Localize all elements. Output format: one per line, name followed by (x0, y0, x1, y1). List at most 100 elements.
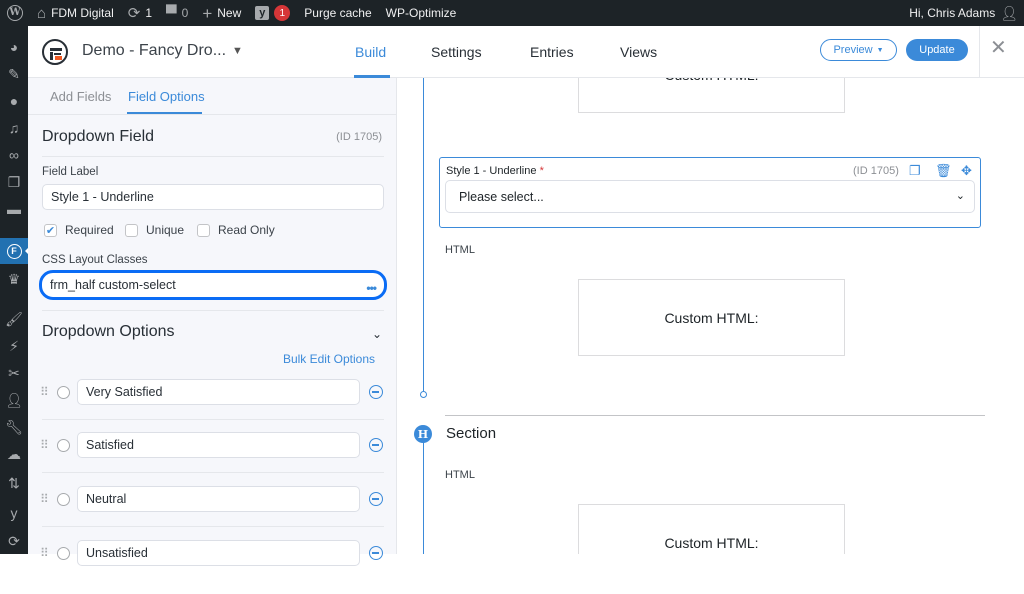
media-icon[interactable]: ● (0, 88, 28, 114)
remove-option-icon[interactable] (369, 385, 383, 399)
new-content-menu[interactable]: + New (195, 0, 248, 26)
dropdown-field-card[interactable]: Style 1 - Underline * (ID 1705) ❐ 🗑︎ ✥ P… (439, 157, 981, 228)
header-divider (979, 26, 980, 78)
updates-menu[interactable]: ⟳ 1 (121, 0, 159, 26)
html-field-text: Custom HTML: (664, 309, 759, 326)
option-row: ⠿ Neutral (28, 486, 397, 540)
close-icon[interactable]: ✕ (990, 38, 1007, 58)
html-field-label: HTML (445, 469, 475, 481)
field-label-caption: Field Label (42, 166, 99, 178)
option-row: ⠿ Very Satisfied (28, 379, 397, 433)
yoast-notification-badge: 1 (274, 5, 291, 21)
section-title[interactable]: Section (446, 425, 496, 442)
divider (42, 310, 384, 311)
tab-field-options[interactable]: Field Options (128, 89, 205, 104)
checkbox-box (125, 223, 138, 237)
trash-icon[interactable]: 🗑︎ (935, 163, 952, 179)
comments-count: 0 (181, 6, 189, 20)
required-label: Required (65, 223, 114, 237)
html-field-preview[interactable]: Custom HTML: (578, 504, 845, 554)
caret-down-icon: ▼ (876, 46, 884, 54)
links-icon[interactable]: ∞ (0, 142, 28, 168)
wp-optimize-menu[interactable]: WP-Optimize (379, 0, 464, 26)
comments-icon[interactable]: ▬ (0, 196, 28, 222)
section-divider (445, 415, 985, 416)
remove-option-icon[interactable] (369, 492, 383, 506)
more-options-icon[interactable]: ••• (366, 281, 377, 295)
checkbox-box (197, 223, 210, 237)
remove-option-icon[interactable] (369, 546, 383, 560)
users-icon[interactable]: 👤︎ (0, 387, 28, 413)
dropdown-select[interactable]: Please select... ⌄ (445, 180, 975, 213)
wp-logo-menu[interactable]: W (0, 0, 30, 26)
option-row: ⠿ Satisfied (28, 432, 397, 486)
html-field-preview[interactable]: Custom HTML: (578, 78, 845, 113)
update-button[interactable]: Update (906, 39, 968, 61)
purge-cache-button[interactable]: Purge cache (297, 0, 378, 26)
unique-checkbox[interactable]: Unique (125, 223, 184, 237)
field-label-text: Style 1 - Underline (446, 165, 537, 177)
field-label: Style 1 - Underline * (446, 165, 544, 177)
more-icon[interactable]: ⟳ (0, 528, 28, 554)
formidable-icon[interactable]: F (0, 238, 29, 264)
site-name-menu[interactable]: ⌂ FDM Digital (30, 0, 121, 26)
tab-add-fields[interactable]: Add Fields (50, 89, 111, 104)
builder-header: Demo - Fancy Dro... ▼ Build Settings Ent… (28, 26, 1024, 78)
plugins-icon[interactable]: ⚡︎ (0, 333, 28, 359)
drag-handle-icon[interactable]: ⠿ (40, 385, 49, 399)
chevron-down-icon: ⌄ (955, 190, 965, 202)
required-checkbox[interactable]: ✔ Required (44, 223, 114, 237)
comment-icon: ▀ (166, 4, 177, 22)
remove-option-icon[interactable] (369, 438, 383, 452)
chevron-down-icon[interactable]: ⌄ (372, 327, 382, 341)
bulk-edit-options-link[interactable]: Bulk Edit Options (283, 352, 375, 366)
required-asterisk: * (539, 165, 544, 177)
dashboard-icon[interactable]: ◕ (0, 34, 28, 60)
updates-icon: ⟳ (127, 4, 141, 22)
settings-sliders-icon[interactable]: ⇅ (0, 470, 28, 496)
drag-handle-icon[interactable]: ⠿ (40, 492, 49, 506)
default-option-radio[interactable] (57, 439, 70, 452)
tab-settings[interactable]: Settings (431, 44, 482, 60)
admin-side-menu: ◕ ✎ ● ♫ ∞ ❐ ▬ F ♛ 🖌︎ ⚡︎ ✂ 👤︎ 🔧︎ ☁ ⇅ y ⟳ (0, 26, 29, 554)
css-classes-input[interactable]: frm_half custom-select ••• (39, 270, 387, 300)
duplicate-icon[interactable]: ❐ (909, 163, 921, 179)
option-input[interactable]: Satisfied (77, 432, 360, 458)
scissors-icon[interactable]: ✂ (0, 360, 28, 386)
form-canvas: Custom HTML: Style 1 - Underline * (ID 1… (398, 78, 1024, 554)
tab-entries[interactable]: Entries (530, 44, 574, 60)
subtab-indicator (127, 112, 202, 114)
option-value: Unsatisfied (86, 546, 148, 560)
divider (42, 526, 384, 527)
yoast-menu[interactable]: y 1 (248, 0, 297, 26)
default-option-radio[interactable] (57, 493, 70, 506)
tab-views[interactable]: Views (620, 44, 657, 60)
option-input[interactable]: Neutral (77, 486, 360, 512)
form-switcher-caret-icon[interactable]: ▼ (232, 45, 243, 57)
feedback-cloud-icon[interactable]: ☁ (0, 441, 28, 467)
move-icon[interactable]: ✥ (961, 163, 972, 179)
appearance-brush-icon[interactable]: 🖌︎ (0, 306, 28, 332)
option-input[interactable]: Unsatisfied (77, 540, 360, 566)
pages-icon[interactable]: ♫ (0, 115, 28, 141)
tools-wrench-icon[interactable]: 🔧︎ (0, 414, 28, 440)
copy-icon[interactable]: ❐ (0, 169, 28, 195)
drag-handle-icon[interactable]: ⠿ (40, 546, 49, 560)
tab-build[interactable]: Build (355, 44, 386, 60)
preview-button[interactable]: Preview ▼ (820, 39, 897, 61)
my-account-menu[interactable]: Hi, Chris Adams 👤︎ (902, 0, 1024, 26)
option-input[interactable]: Very Satisfied (77, 379, 360, 405)
default-option-radio[interactable] (57, 386, 70, 399)
html-field-preview[interactable]: Custom HTML: (578, 279, 845, 356)
formidable-logo-icon[interactable] (42, 39, 68, 65)
comments-menu[interactable]: ▀ 0 (159, 0, 195, 26)
yoast-menu-icon[interactable]: y (0, 500, 28, 526)
form-title[interactable]: Demo - Fancy Dro... (82, 42, 226, 60)
yoast-icon: y (255, 6, 270, 20)
field-label-value: Style 1 - Underline (51, 190, 154, 204)
field-label-input[interactable]: Style 1 - Underline (42, 184, 384, 210)
posts-pin-icon[interactable]: ✎ (0, 61, 28, 87)
drag-handle-icon[interactable]: ⠿ (40, 438, 49, 452)
crown-icon[interactable]: ♛ (0, 266, 28, 292)
read-only-checkbox[interactable]: Read Only (197, 223, 275, 237)
